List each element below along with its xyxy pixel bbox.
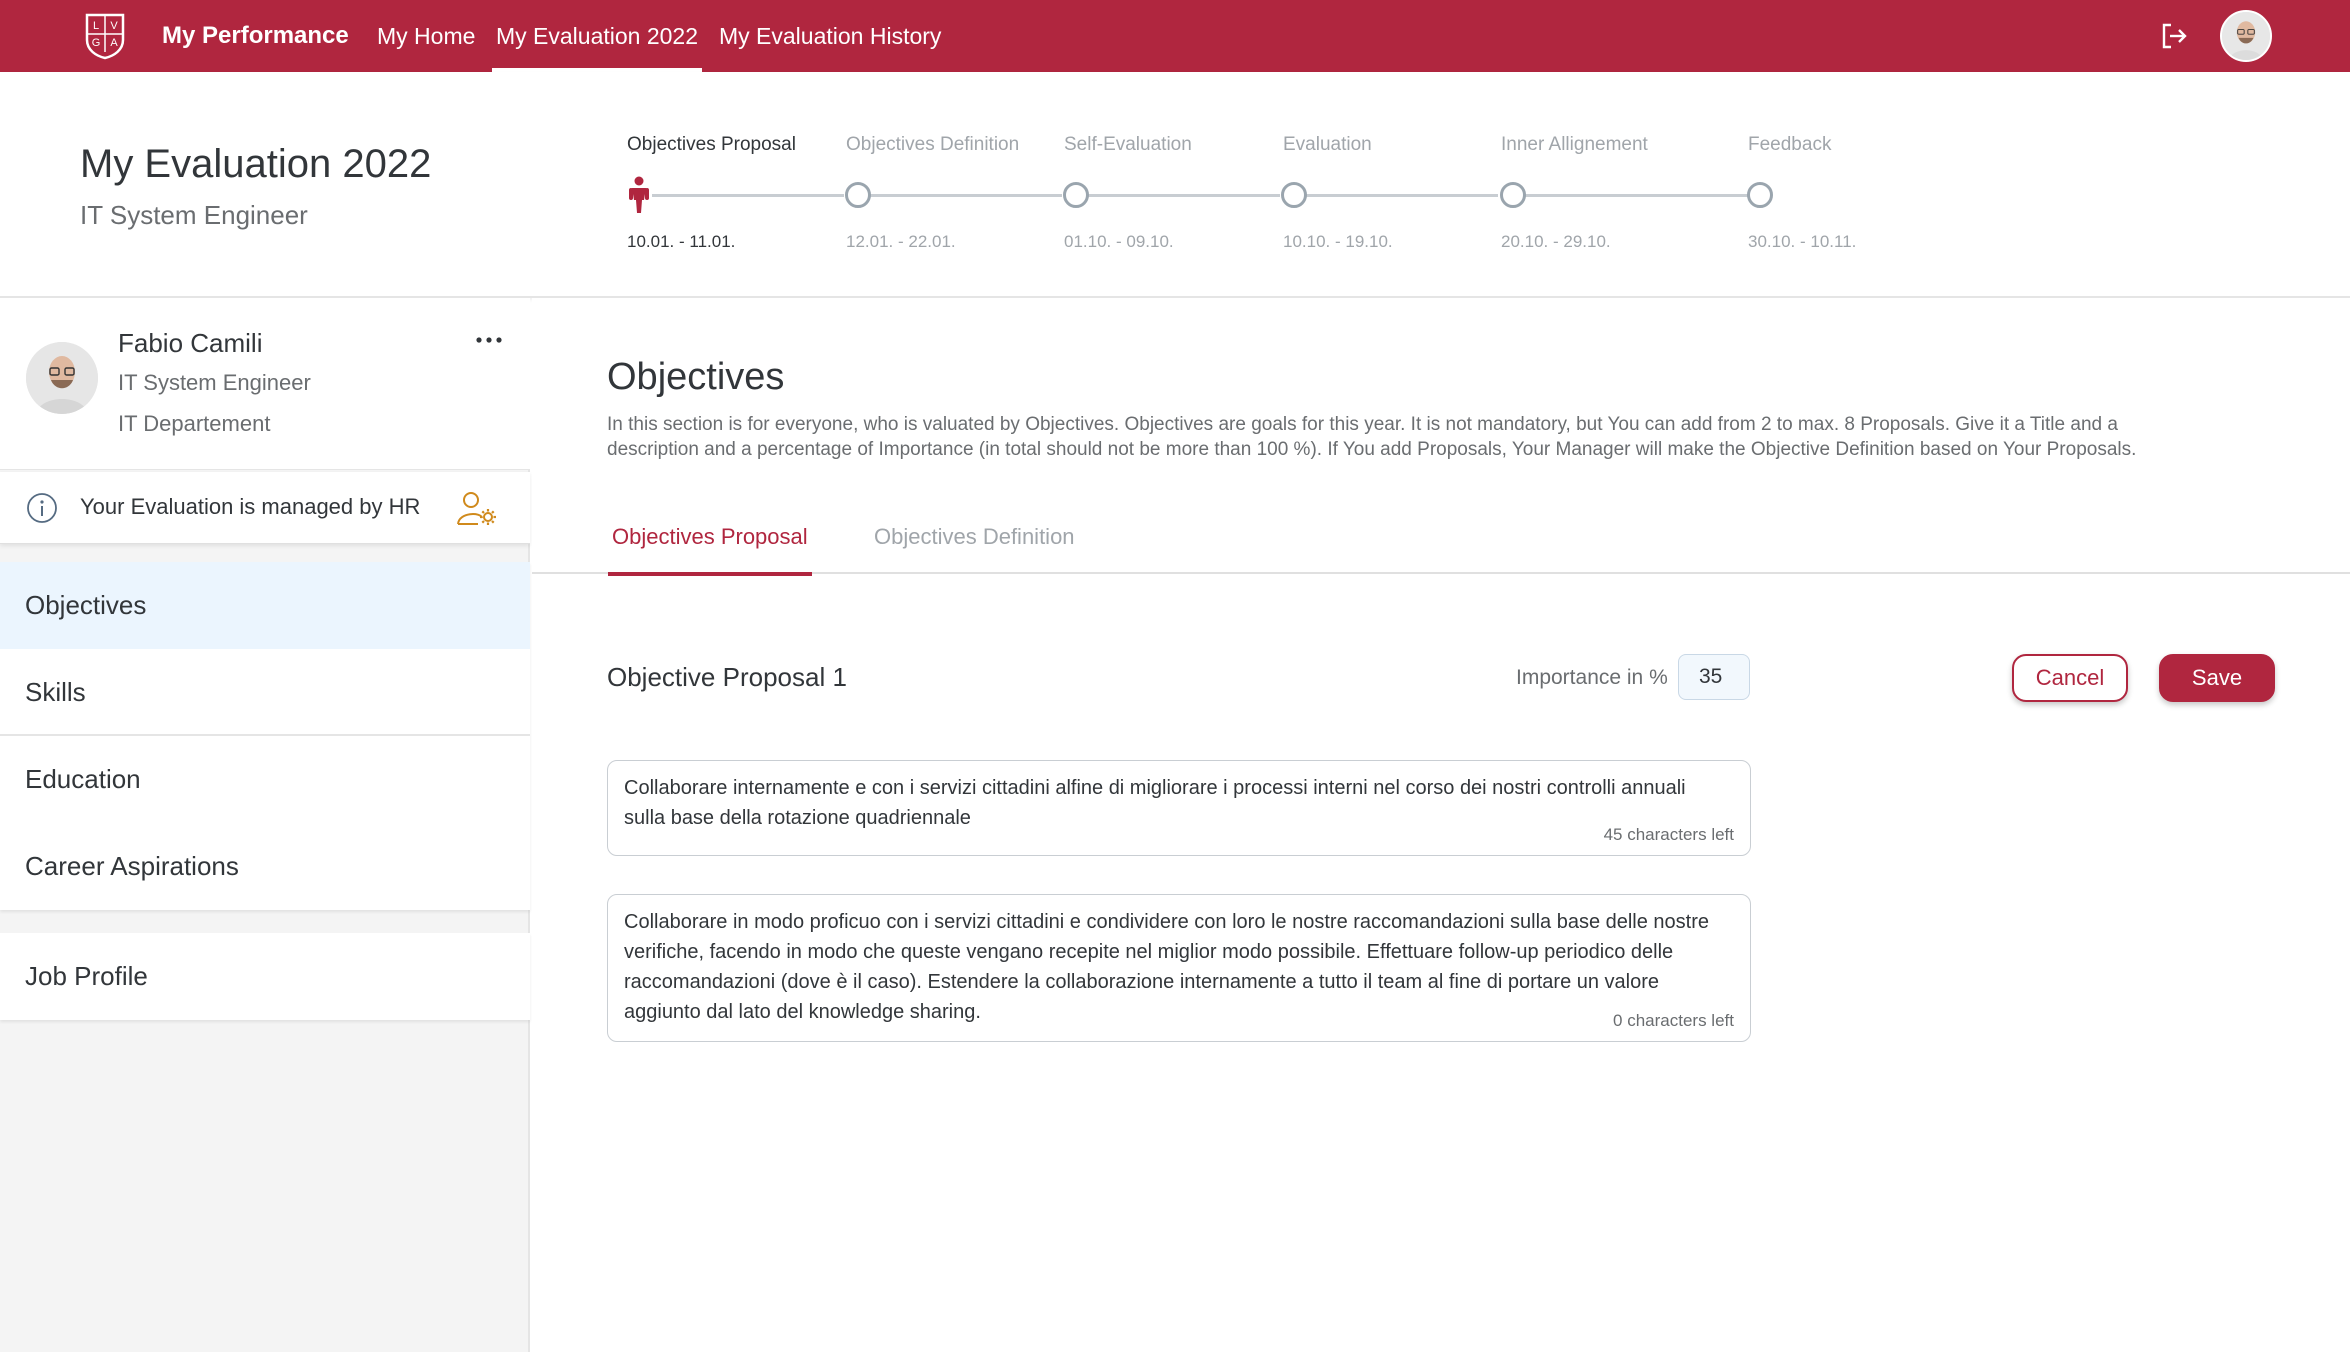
step-label-self-evaluation[interactable]: Self-Evaluation <box>1064 134 1192 156</box>
character-counter: 45 characters left <box>1603 825 1734 844</box>
more-options-icon[interactable] <box>474 334 504 346</box>
step-connector <box>870 194 1062 197</box>
step-label-inner-allignement[interactable]: Inner Allignement <box>1501 134 1648 156</box>
svg-text:L: L <box>93 20 99 32</box>
logout-icon[interactable] <box>2158 20 2190 52</box>
profile-name: Fabio Camili <box>118 328 263 358</box>
proposal-title: Objective Proposal 1 <box>607 662 847 692</box>
step-date-self-evaluation: 01.10. - 09.10. <box>1064 232 1174 251</box>
step-connector <box>1306 194 1498 197</box>
step-circle-feedback[interactable] <box>1747 182 1773 208</box>
step-label-objectives-definition[interactable]: Objectives Definition <box>846 134 1019 156</box>
hr-notice: Your Evaluation is managed by HR <box>0 472 530 544</box>
step-circle-inner-allignement[interactable] <box>1500 182 1526 208</box>
step-label-objectives-proposal[interactable]: Objectives Proposal <box>627 134 796 156</box>
company-logo[interactable]: L V G A <box>84 12 126 60</box>
sidebar-menu-secondary: Job Profile <box>0 933 530 1020</box>
step-date-objectives-definition: 12.01. - 22.01. <box>846 232 956 251</box>
section-description: In this section is for everyone, who is … <box>607 414 2137 460</box>
tab-objectives-definition[interactable]: Objectives Definition <box>870 526 1079 574</box>
main-content: Objectives In this section is for everyo… <box>532 298 2350 1352</box>
sidebar-item-career-aspirations[interactable]: Career Aspirations <box>0 823 530 910</box>
nav-my-home[interactable]: My Home <box>377 0 475 72</box>
hr-notice-text: Your Evaluation is managed by HR <box>80 494 421 519</box>
profile-avatar <box>26 342 98 414</box>
sidebar-item-skills[interactable]: Skills <box>0 649 530 736</box>
sidebar-item-objectives[interactable]: Objectives <box>0 562 530 649</box>
step-connector <box>1088 194 1280 197</box>
sidebar-item-job-profile[interactable]: Job Profile <box>0 933 530 1020</box>
step-date-feedback: 30.10. - 10.11. <box>1748 232 1857 251</box>
objective-title-text[interactable]: Collaborare internamente e con i servizi… <box>624 773 1730 833</box>
nav-my-evaluation-history[interactable]: My Evaluation History <box>719 0 941 72</box>
svg-text:A: A <box>110 37 118 49</box>
profile-role: IT System Engineer <box>118 370 311 395</box>
objective-description-field[interactable]: Collaborare in modo proficuo con i servi… <box>607 894 1751 1042</box>
objective-title-field[interactable]: Collaborare internamente e con i servizi… <box>607 760 1751 856</box>
importance-input[interactable] <box>1678 654 1750 700</box>
page-title: My Evaluation 2022 <box>80 142 432 186</box>
current-step-person-icon[interactable] <box>626 176 652 214</box>
profile-card: Fabio Camili IT System Engineer IT Depar… <box>0 298 530 470</box>
tab-objectives-proposal[interactable]: Objectives Proposal <box>608 526 812 576</box>
section-title: Objectives <box>607 356 785 398</box>
step-label-evaluation[interactable]: Evaluation <box>1283 134 1372 156</box>
step-circle-objectives-definition[interactable] <box>845 182 871 208</box>
objective-description-text[interactable]: Collaborare in modo proficuo con i servi… <box>624 907 1730 1027</box>
top-navigation-bar: L V G A My Performance My Home My Evalua… <box>0 0 2350 72</box>
svg-text:G: G <box>92 37 101 49</box>
step-date-objectives-proposal: 10.01. - 11.01. <box>627 232 736 251</box>
sidebar-menu: Objectives Skills Education Career Aspir… <box>0 562 530 910</box>
step-circle-evaluation[interactable] <box>1281 182 1307 208</box>
step-circle-self-evaluation[interactable] <box>1063 182 1089 208</box>
page-subtitle: IT System Engineer <box>80 200 308 230</box>
sidebar-item-education[interactable]: Education <box>0 736 530 823</box>
hr-manager-settings-icon <box>457 492 496 525</box>
character-counter: 0 characters left <box>1613 1011 1734 1030</box>
step-connector <box>652 194 844 197</box>
app-title[interactable]: My Performance <box>162 22 349 50</box>
nav-my-evaluation-2022[interactable]: My Evaluation 2022 <box>491 0 703 72</box>
user-avatar-icon <box>2222 12 2270 60</box>
user-avatar[interactable] <box>2220 10 2272 62</box>
sidebar: Fabio Camili IT System Engineer IT Depar… <box>0 298 530 1352</box>
step-date-inner-allignement: 20.10. - 29.10. <box>1501 232 1611 251</box>
step-date-evaluation: 10.10. - 19.10. <box>1283 232 1393 251</box>
tabs-bar: Objectives Proposal Objectives Definitio… <box>532 526 2350 576</box>
importance-label: Importance in % <box>1516 666 1668 689</box>
save-button[interactable]: Save <box>2159 654 2275 702</box>
page-header: My Evaluation 2022 IT System Engineer Ob… <box>0 72 2350 298</box>
info-icon <box>27 493 57 523</box>
step-connector <box>1524 194 1760 197</box>
step-label-feedback[interactable]: Feedback <box>1748 134 1831 156</box>
profile-avatar-icon <box>26 342 98 414</box>
svg-text:V: V <box>110 20 118 32</box>
cancel-button[interactable]: Cancel <box>2012 654 2128 702</box>
profile-department: IT Departement <box>118 411 271 436</box>
